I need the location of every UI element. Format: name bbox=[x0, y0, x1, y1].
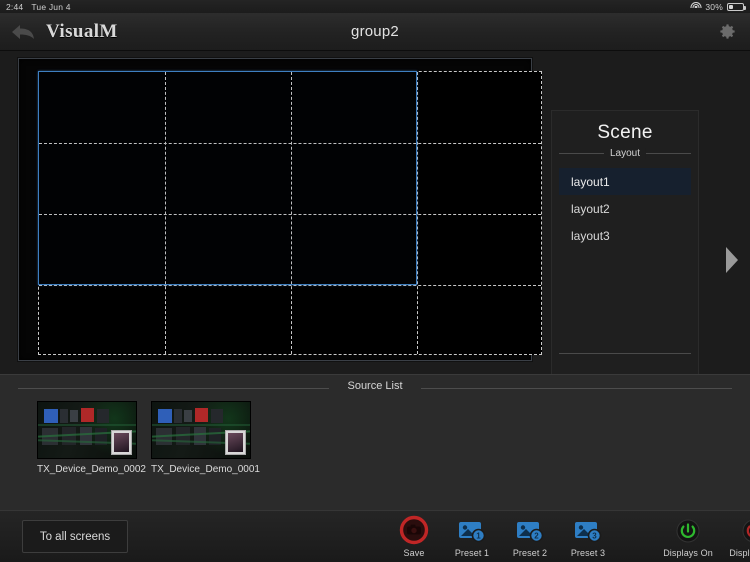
displays-off-label: Displays Off bbox=[729, 548, 750, 558]
preset-2-label: Preset 2 bbox=[512, 548, 548, 558]
source-item-label: TX_Device_Demo_0001 bbox=[151, 464, 260, 475]
svg-text:1: 1 bbox=[476, 532, 481, 541]
layout-item-2[interactable]: layout2 bbox=[559, 195, 691, 222]
preset-2-button[interactable]: 2 Preset 2 bbox=[501, 515, 559, 558]
displays-on-button[interactable]: Displays On bbox=[655, 515, 721, 558]
settings-button[interactable] bbox=[704, 13, 750, 51]
status-right-group: 30% bbox=[690, 1, 746, 12]
source-item-label: TX_Device_Demo_0002 bbox=[37, 464, 146, 475]
displays-off-button[interactable]: Displays Off bbox=[721, 515, 750, 558]
layout-item-label: layout1 bbox=[571, 174, 610, 189]
preset-image-icon: 1 bbox=[457, 515, 487, 545]
svg-text:2: 2 bbox=[534, 532, 539, 541]
display-grid[interactable] bbox=[38, 71, 542, 355]
app-header: VisualM group2 bbox=[0, 13, 750, 51]
preset-3-button[interactable]: 3 Preset 3 bbox=[559, 515, 617, 558]
power-off-icon bbox=[740, 515, 750, 545]
source-divider-left bbox=[18, 388, 329, 389]
status-bar: 2:44 Tue Jun 4 30% bbox=[0, 0, 750, 13]
layout-item-label: layout3 bbox=[571, 228, 610, 243]
status-date: Tue Jun 4 bbox=[31, 1, 71, 12]
save-camera-icon bbox=[399, 515, 429, 545]
layout-list: layout1 layout2 layout3 bbox=[559, 168, 691, 249]
next-arrow-icon bbox=[726, 247, 738, 273]
source-item[interactable]: TX_Device_Demo_0001 bbox=[151, 401, 260, 475]
power-on-icon bbox=[674, 515, 702, 545]
source-list-header: Source List bbox=[0, 375, 750, 401]
layout-item-1[interactable]: layout1 bbox=[559, 168, 691, 195]
layout-legend: Layout bbox=[559, 148, 691, 164]
source-list-section: Source List TX_Device_Demo_0002 TX_Devic… bbox=[0, 374, 750, 510]
scene-panel: Scene Layout layout1 layout2 layout3 bbox=[551, 110, 699, 416]
layout-item-3[interactable]: layout3 bbox=[559, 222, 691, 249]
source-list-title: Source List bbox=[347, 380, 403, 392]
app-title: VisualM bbox=[46, 20, 118, 42]
grid-vline bbox=[417, 72, 418, 354]
displays-on-label: Displays On bbox=[663, 548, 713, 558]
preset-image-icon: 2 bbox=[515, 515, 545, 545]
source-items: TX_Device_Demo_0002 TX_Device_Demo_0001 bbox=[0, 401, 750, 475]
save-button[interactable]: Save bbox=[385, 515, 443, 558]
battery-percent-label: 30% bbox=[705, 1, 723, 12]
wifi-icon bbox=[690, 2, 702, 11]
to-all-screens-label: To all screens bbox=[39, 530, 111, 543]
svg-text:3: 3 bbox=[592, 532, 597, 541]
next-page-button[interactable] bbox=[724, 245, 740, 275]
app-root: 2:44 Tue Jun 4 30% VisualM group2 Scene … bbox=[0, 0, 750, 562]
toolbar-actions: Save 1 Preset 1 2 Preset 2 3 Preset 3 Di… bbox=[385, 515, 750, 558]
stage-area: Scene Layout layout1 layout2 layout3 bbox=[0, 51, 750, 416]
bottom-toolbar: To all screens Save 1 Preset 1 2 Preset … bbox=[0, 510, 750, 562]
source-item[interactable]: TX_Device_Demo_0002 bbox=[37, 401, 146, 475]
preset-image-icon: 3 bbox=[573, 515, 603, 545]
legend-label: Layout bbox=[603, 148, 647, 159]
preset-3-label: Preset 3 bbox=[570, 548, 606, 558]
selection-rectangle[interactable] bbox=[38, 71, 417, 285]
scene-title: Scene bbox=[597, 122, 653, 143]
source-divider-right bbox=[421, 388, 732, 389]
layout-item-label: layout2 bbox=[571, 201, 610, 216]
battery-icon bbox=[727, 2, 746, 11]
source-thumbnail[interactable] bbox=[151, 401, 251, 459]
gear-icon bbox=[719, 24, 735, 39]
status-time: 2:44 bbox=[6, 1, 24, 12]
to-all-screens-button[interactable]: To all screens bbox=[22, 520, 128, 553]
preset-1-label: Preset 1 bbox=[454, 548, 490, 558]
layout-canvas[interactable] bbox=[18, 58, 542, 361]
back-arrow-icon bbox=[12, 24, 34, 39]
grid-hline bbox=[39, 285, 541, 286]
back-button[interactable] bbox=[0, 13, 46, 51]
save-label: Save bbox=[403, 548, 425, 558]
preset-1-button[interactable]: 1 Preset 1 bbox=[443, 515, 501, 558]
source-thumbnail[interactable] bbox=[37, 401, 137, 459]
scene-bottom-divider bbox=[559, 353, 691, 354]
